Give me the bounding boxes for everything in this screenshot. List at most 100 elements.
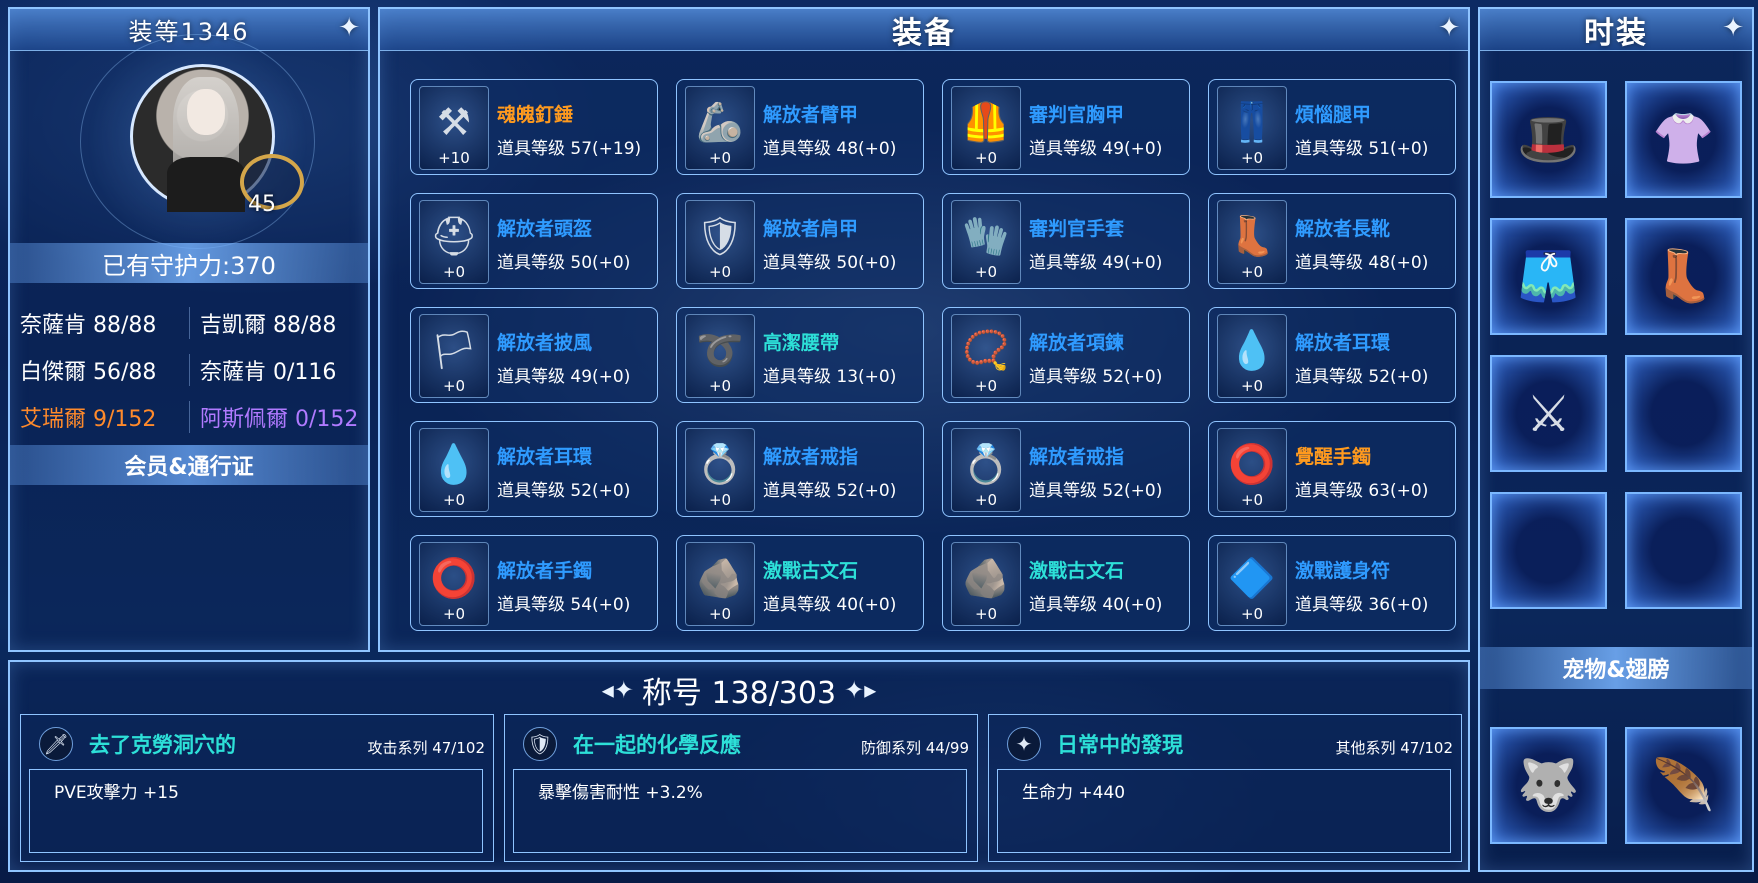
title-name: 日常中的發現 [1057,733,1183,757]
weapon-skin-icon: ⚔ [1526,384,1571,443]
membership-pass-label: 会员&通行证 [124,455,254,480]
item-name: 激戰古文石 [763,560,859,582]
titles-count: 称号 138/303 [641,676,837,711]
item-name: 審判官手套 [1029,218,1125,240]
item-level: 道具等级 40(+0) [1029,595,1163,615]
item-level: 道具等级 40(+0) [763,595,897,615]
equipment-slot[interactable]: ➰ +0 高潔腰帶 道具等级 13(+0) [676,307,924,403]
equipment-slot[interactable]: 💧 +0 解放者耳環 道具等级 52(+0) [410,421,658,517]
sparkle-icon: ✦ [338,13,362,43]
shield-icon: 🛡 [523,727,557,761]
pet-slot[interactable]: 🐺 [1490,727,1607,844]
enchant-level: +0 [442,377,466,395]
item-name: 解放者戒指 [763,446,859,468]
enchant-level: +0 [974,491,998,509]
equipment-slot[interactable]: ⚒ +10 魂魄釘錘 道具等级 57(+19) [410,79,658,175]
sparkle-icon: ✦ [1722,13,1746,43]
gloves-icon-glyph: 🧤 [962,213,1010,258]
chestplate-icon-glyph: 🦺 [962,99,1010,144]
enchant-level: +0 [1240,149,1264,167]
item-level: 道具等级 52(+0) [1029,481,1163,501]
title-card[interactable]: 🛡 在一起的化學反應 防御系列 44/99 暴擊傷害耐性 +3.2% [504,714,978,862]
equipment-slot[interactable]: 🏳 +0 解放者披風 道具等级 49(+0) [410,307,658,403]
equipment-slot[interactable]: 🪨 +0 激戰古文石道具等级 40(+0) [676,535,924,631]
mace-icon-glyph: ⚒ [436,100,472,144]
item-name: 解放者頭盔 [497,218,593,240]
rune-stone-icon: 🪨 +0 [685,542,755,626]
equipment-slot[interactable]: 🪨 +0 激戰古文石 道具等级 40(+0) [942,535,1190,631]
stat-nezakan-1: 奈薩肯 88/88 [20,312,157,338]
fashion-slot-empty[interactable] [1625,492,1742,609]
item-name: 激戰護身符 [1295,560,1391,582]
ring-icon-glyph: 💍 [962,441,1010,486]
title-effect: 暴擊傷害耐性 +3.2% [513,769,967,853]
item-level: 道具等级 13(+0) [763,367,897,387]
enchant-level: +0 [708,491,732,509]
fashion-slot[interactable]: ⚔ [1490,355,1607,472]
item-name: 審判官胸甲 [1029,104,1125,126]
arrow-right-icon[interactable]: ✦▸ [844,676,876,704]
fashion-slot[interactable]: 👢 [1625,218,1742,335]
title-name: 在一起的化學反應 [573,733,741,757]
item-level: 道具等级 50(+0) [763,253,897,273]
avatar-area: 45 [80,34,315,249]
enchant-level: +0 [1240,605,1264,623]
equipment-slot[interactable]: ⛑ +0 解放者頭盔 道具等级 50(+0) [410,193,658,289]
amulet-icon: 🔷 +0 [1217,542,1287,626]
bracelet-icon-glyph: ⭕ [1228,441,1276,486]
title-name: 去了克勞洞穴的 [89,733,236,757]
membership-pass-button[interactable]: 会员&通行证 [10,445,368,485]
title-series: 防御系列 44/99 [861,739,969,757]
fashion-slot[interactable]: 🎩 [1490,81,1607,198]
stat-nezakan-2: 奈薩肯 0/116 [189,353,368,386]
bracelet-icon: ⭕ +0 [1217,428,1287,512]
enchant-level: +0 [1240,491,1264,509]
rune-stone-icon-glyph: 🪨 [696,555,744,600]
equipment-header: 装备 ✦ [380,9,1468,51]
equipment-slot[interactable]: 💍 +0 解放者戒指 道具等级 52(+0) [676,421,924,517]
equipment-slot[interactable]: 🛡 +0 解放者肩甲 道具等级 50(+0) [676,193,924,289]
equipment-slot[interactable]: 🔷 +0 激戰護身符 道具等级 36(+0) [1208,535,1456,631]
pet-wings-label: 宠物&翅膀 [1562,658,1670,683]
item-level: 道具等级 52(+0) [763,481,897,501]
fashion-slot[interactable]: 🩳 [1490,218,1607,335]
gloves-icon: 🧤 +0 [951,200,1021,284]
equipment-slot[interactable]: 📿 +0 解放者項鍊 道具等级 52(+0) [942,307,1190,403]
arm-guard-icon-glyph: 🦾 [696,99,744,144]
arrow-left-icon[interactable]: ◂✦ [602,676,634,704]
equipment-slot[interactable]: 🦺 +0 審判官胸甲 道具等级 49(+0) [942,79,1190,175]
fashion-slot-empty[interactable] [1490,492,1607,609]
title-card[interactable]: 🗡 去了克勞洞穴的 攻击系列 47/102 PVE攻擊力 +15 [20,714,494,862]
equipment-slot[interactable]: 🦾 +0 解放者臂甲 道具等级 48(+0) [676,79,924,175]
item-level: 道具等级 52(+0) [1295,367,1429,387]
amulet-icon-glyph: 🔷 [1228,555,1276,600]
equipment-title: 装备 [892,15,956,51]
fashion-slot[interactable]: 👚 [1625,81,1742,198]
title-series: 其他系列 47/102 [1335,739,1453,757]
equipment-slot[interactable]: ⭕ +0 覺醒手鐲 道具等级 63(+0) [1208,421,1456,517]
title-cards: 🗡 去了克勞洞穴的 攻击系列 47/102 PVE攻擊力 +15 🛡 在一起的化學反應 防御… [20,714,1462,862]
equipment-slot[interactable]: 👢 +0 解放者長靴 道具等级 48(+0) [1208,193,1456,289]
equipment-slot[interactable]: 🧤 +0 審判官手套 道具等级 49(+0) [942,193,1190,289]
pet-slot[interactable]: 🪶 [1625,727,1742,844]
boots-icon-glyph: 👢 [1228,213,1276,258]
item-name: 解放者手鐲 [497,560,593,582]
item-name: 解放者肩甲 [763,218,859,240]
pet-icon: 🐺 [1517,756,1580,814]
equipment-slot[interactable]: ⭕ +0 解放者手鐲 道具等级 54(+0) [410,535,658,631]
item-name: 解放者耳環 [497,446,593,468]
fashion-slot-empty[interactable] [1625,355,1742,472]
equipment-panel: 装备 ✦ ⚒ +10 魂魄釘錘 道具等级 57(+19) 🦾 +0 解放者臂甲 道具等级 48… [378,7,1470,652]
item-level: 道具等级 48(+0) [763,139,897,159]
item-level: 道具等级 52(+0) [497,481,631,501]
equipment-slot[interactable]: 💍 +0 解放者戒指 道具等级 52(+0) [942,421,1190,517]
cape-icon: 🏳 +0 [419,314,489,398]
equipment-slot[interactable]: 💧 +0 解放者耳環 道具等级 52(+0) [1208,307,1456,403]
stat-row: 奈薩肯 88/88 吉凱爾 88/88 [10,299,368,346]
title-card[interactable]: ✦ 日常中的發現 其他系列 47/102 生命力 +440 [988,714,1462,862]
earring-icon-glyph: 💧 [1228,327,1276,372]
stat-ariel: 艾瑞爾 9/152 [20,406,157,432]
item-name: 覺醒手鐲 [1295,446,1372,468]
item-level: 道具等级 57(+19) [497,139,642,159]
equipment-slot[interactable]: 👖 +0 煩惱腿甲 道具等级 51(+0) [1208,79,1456,175]
